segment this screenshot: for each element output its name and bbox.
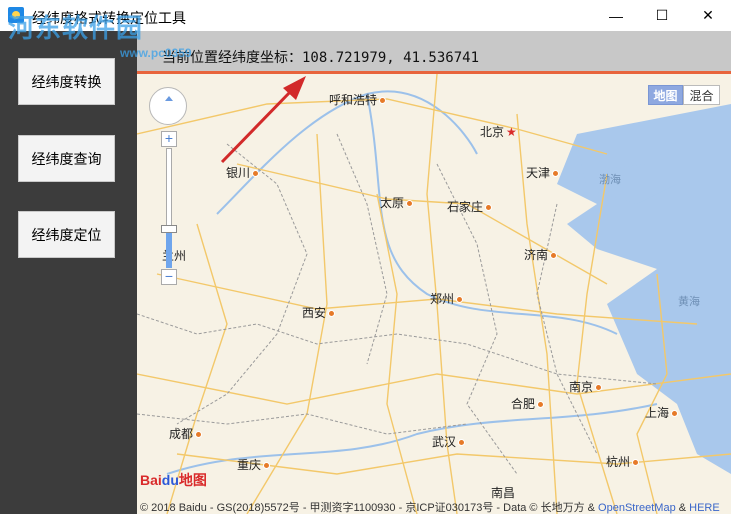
sea-label: 渤海	[599, 174, 621, 186]
city-label: 武汉	[432, 433, 466, 450]
city-label: 西安	[302, 304, 336, 321]
sea-label: 黄海	[678, 296, 700, 308]
minimize-button[interactable]: —	[593, 0, 639, 31]
city-label: 北京 ★	[480, 125, 517, 139]
city-label: 呼和浩特	[329, 91, 387, 108]
here-link[interactable]: HERE	[689, 502, 720, 514]
coordinate-readout: 当前位置经纬度坐标：108.721979, 41.536741	[162, 50, 480, 66]
maximize-button[interactable]: ☐	[639, 0, 685, 31]
city-label: 南京	[569, 378, 603, 395]
pan-control-icon[interactable]	[149, 87, 187, 125]
baidu-logo: Baidu地图	[140, 472, 207, 488]
osm-link[interactable]: OpenStreetMap	[598, 502, 676, 514]
convert-button[interactable]: 经纬度转换	[18, 58, 115, 105]
city-label: 合肥	[511, 395, 545, 412]
zoom-out-button[interactable]: −	[161, 269, 177, 285]
map-copyright: © 2018 Baidu - GS(2018)5572号 - 甲测资字11009…	[140, 502, 720, 514]
city-label: 郑州	[430, 290, 464, 307]
city-label: 银川	[226, 164, 260, 181]
zoom-slider-handle[interactable]	[161, 225, 177, 233]
watermark-url: www.pc0359	[120, 46, 192, 60]
city-label: 太原	[380, 194, 414, 211]
city-label: 济南	[524, 246, 558, 263]
sidebar: 经纬度转换 经纬度查询 经纬度定位	[0, 31, 137, 514]
map-type-hybrid-button[interactable]: 混合	[683, 85, 720, 105]
zoom-slider-level	[166, 232, 172, 268]
locate-button[interactable]: 经纬度定位	[18, 211, 115, 258]
map-type-map-button[interactable]: 地图	[648, 85, 683, 105]
city-label: 杭州	[606, 453, 640, 470]
coordinate-bar: 当前位置经纬度坐标：108.721979, 41.536741	[137, 31, 731, 71]
query-button[interactable]: 经纬度查询	[18, 135, 115, 182]
watermark-logo: 河东软件园	[8, 13, 144, 43]
city-label: 上海	[645, 404, 679, 421]
city-label: 重庆	[237, 456, 271, 473]
close-button[interactable]: ✕	[685, 0, 731, 31]
zoom-in-button[interactable]: +	[161, 131, 177, 147]
city-label: 石家庄	[447, 198, 493, 215]
city-label: 成都	[169, 425, 203, 442]
river	[216, 90, 478, 215]
map-view[interactable]: 呼和浩特 北京 ★ 银川 天津 太原 石家庄 兰州 济南 西安 郑州 南京 合肥 …	[137, 74, 731, 514]
city-label: 天津	[526, 164, 560, 181]
